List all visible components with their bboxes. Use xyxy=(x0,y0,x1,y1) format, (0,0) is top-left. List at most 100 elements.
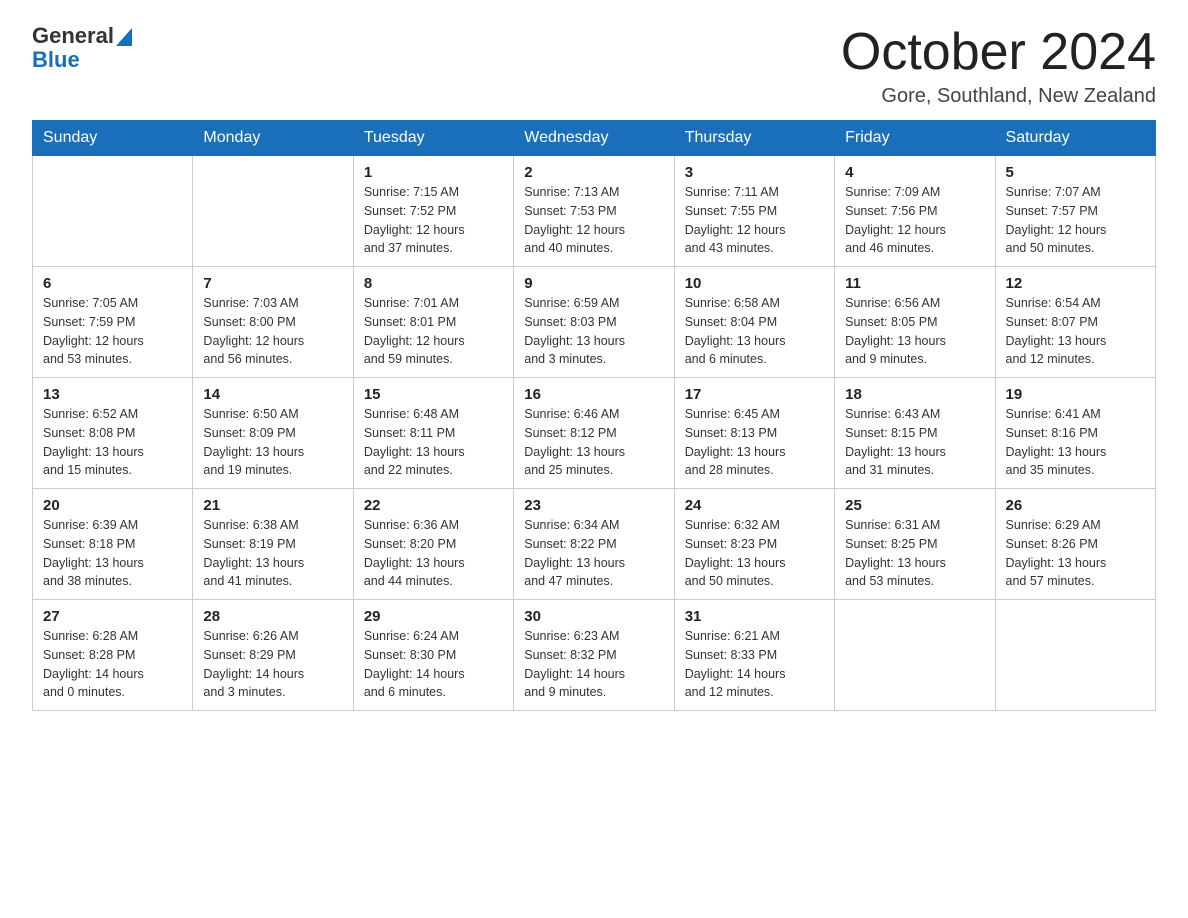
day-number: 30 xyxy=(524,608,663,625)
day-info: Sunrise: 6:21 AM Sunset: 8:33 PM Dayligh… xyxy=(685,627,824,702)
day-info: Sunrise: 7:13 AM Sunset: 7:53 PM Dayligh… xyxy=(524,183,663,258)
calendar-week-row-0: 1Sunrise: 7:15 AM Sunset: 7:52 PM Daylig… xyxy=(33,156,1156,267)
day-number: 27 xyxy=(43,608,182,625)
day-number: 12 xyxy=(1006,275,1145,292)
weekday-header-monday: Monday xyxy=(193,121,353,156)
day-info: Sunrise: 7:07 AM Sunset: 7:57 PM Dayligh… xyxy=(1006,183,1145,258)
calendar-body: 1Sunrise: 7:15 AM Sunset: 7:52 PM Daylig… xyxy=(33,156,1156,711)
calendar-cell-week2-day3: 16 Sunrise: 6:46 AM Sunset: 8:12 PM Dayli… xyxy=(514,378,674,489)
day-info: Sunrise: 6:52 AM Sunset: 8:08 PM Dayligh… xyxy=(43,405,182,480)
calendar-week-row-1: 6 Sunrise: 7:05 AM Sunset: 7:59 PM Daylig… xyxy=(33,267,1156,378)
calendar-cell-week3-day3: 23 Sunrise: 6:34 AM Sunset: 8:22 PM Dayli… xyxy=(514,489,674,600)
weekday-header-tuesday: Tuesday xyxy=(353,121,513,156)
calendar-cell-week3-day0: 20 Sunrise: 6:39 AM Sunset: 8:18 PM Dayli… xyxy=(33,489,193,600)
day-info: Sunrise: 6:39 AM Sunset: 8:18 PM Dayligh… xyxy=(43,516,182,591)
day-number: 29 xyxy=(364,608,503,625)
day-number: 20 xyxy=(43,497,182,514)
day-number: 3 xyxy=(685,164,824,181)
logo-general: General xyxy=(32,24,114,48)
day-number: 17 xyxy=(685,386,824,403)
day-info: Sunrise: 6:36 AM Sunset: 8:20 PM Dayligh… xyxy=(364,516,503,591)
logo-text: General Blue xyxy=(32,24,114,72)
day-info: Sunrise: 7:05 AM Sunset: 7:59 PM Dayligh… xyxy=(43,294,182,369)
month-title: October 2024 xyxy=(841,24,1156,81)
day-info: Sunrise: 6:31 AM Sunset: 8:25 PM Dayligh… xyxy=(845,516,984,591)
title-block: October 2024 Gore, Southland, New Zealan… xyxy=(841,24,1156,108)
day-info: Sunrise: 6:43 AM Sunset: 8:15 PM Dayligh… xyxy=(845,405,984,480)
day-info: Sunrise: 6:56 AM Sunset: 8:05 PM Dayligh… xyxy=(845,294,984,369)
weekday-header-thursday: Thursday xyxy=(674,121,834,156)
calendar-cell-week2-day4: 17Sunrise: 6:45 AM Sunset: 8:13 PM Dayli… xyxy=(674,378,834,489)
day-number: 15 xyxy=(364,386,503,403)
day-number: 21 xyxy=(203,497,342,514)
calendar-week-row-3: 20 Sunrise: 6:39 AM Sunset: 8:18 PM Dayli… xyxy=(33,489,1156,600)
day-number: 6 xyxy=(43,275,182,292)
calendar-cell-week1-day1: 7 Sunrise: 7:03 AM Sunset: 8:00 PM Daylig… xyxy=(193,267,353,378)
calendar-cell-week2-day2: 15 Sunrise: 6:48 AM Sunset: 8:11 PM Dayli… xyxy=(353,378,513,489)
calendar-header: SundayMondayTuesdayWednesdayThursdayFrid… xyxy=(33,121,1156,156)
day-number: 13 xyxy=(43,386,182,403)
calendar-cell-week3-day5: 25 Sunrise: 6:31 AM Sunset: 8:25 PM Dayli… xyxy=(835,489,995,600)
calendar-cell-week0-day6: 5Sunrise: 7:07 AM Sunset: 7:57 PM Daylig… xyxy=(995,156,1155,267)
day-info: Sunrise: 7:11 AM Sunset: 7:55 PM Dayligh… xyxy=(685,183,824,258)
weekday-header-wednesday: Wednesday xyxy=(514,121,674,156)
day-info: Sunrise: 6:23 AM Sunset: 8:32 PM Dayligh… xyxy=(524,627,663,702)
day-number: 23 xyxy=(524,497,663,514)
day-info: Sunrise: 6:32 AM Sunset: 8:23 PM Dayligh… xyxy=(685,516,824,591)
day-info: Sunrise: 6:50 AM Sunset: 8:09 PM Dayligh… xyxy=(203,405,342,480)
day-info: Sunrise: 6:58 AM Sunset: 8:04 PM Dayligh… xyxy=(685,294,824,369)
calendar-cell-week4-day5 xyxy=(835,600,995,711)
calendar-cell-week3-day6: 26Sunrise: 6:29 AM Sunset: 8:26 PM Dayli… xyxy=(995,489,1155,600)
weekday-header-friday: Friday xyxy=(835,121,995,156)
day-info: Sunrise: 6:59 AM Sunset: 8:03 PM Dayligh… xyxy=(524,294,663,369)
day-info: Sunrise: 6:41 AM Sunset: 8:16 PM Dayligh… xyxy=(1006,405,1145,480)
calendar-cell-week4-day3: 30 Sunrise: 6:23 AM Sunset: 8:32 PM Dayli… xyxy=(514,600,674,711)
calendar-cell-week3-day2: 22Sunrise: 6:36 AM Sunset: 8:20 PM Dayli… xyxy=(353,489,513,600)
calendar-cell-week0-day2: 1Sunrise: 7:15 AM Sunset: 7:52 PM Daylig… xyxy=(353,156,513,267)
day-info: Sunrise: 7:01 AM Sunset: 8:01 PM Dayligh… xyxy=(364,294,503,369)
day-info: Sunrise: 6:46 AM Sunset: 8:12 PM Dayligh… xyxy=(524,405,663,480)
day-info: Sunrise: 7:09 AM Sunset: 7:56 PM Dayligh… xyxy=(845,183,984,258)
day-number: 18 xyxy=(845,386,984,403)
calendar-cell-week0-day3: 2 Sunrise: 7:13 AM Sunset: 7:53 PM Daylig… xyxy=(514,156,674,267)
logo-triangle-icon xyxy=(116,28,132,46)
calendar-week-row-2: 13 Sunrise: 6:52 AM Sunset: 8:08 PM Dayli… xyxy=(33,378,1156,489)
day-info: Sunrise: 6:28 AM Sunset: 8:28 PM Dayligh… xyxy=(43,627,182,702)
day-number: 31 xyxy=(685,608,824,625)
calendar-cell-week0-day0 xyxy=(33,156,193,267)
day-info: Sunrise: 6:29 AM Sunset: 8:26 PM Dayligh… xyxy=(1006,516,1145,591)
calendar-cell-week4-day0: 27 Sunrise: 6:28 AM Sunset: 8:28 PM Dayli… xyxy=(33,600,193,711)
calendar-cell-week2-day0: 13 Sunrise: 6:52 AM Sunset: 8:08 PM Dayli… xyxy=(33,378,193,489)
calendar-cell-week3-day4: 24 Sunrise: 6:32 AM Sunset: 8:23 PM Dayli… xyxy=(674,489,834,600)
calendar-cell-week3-day1: 21 Sunrise: 6:38 AM Sunset: 8:19 PM Dayli… xyxy=(193,489,353,600)
calendar-cell-week1-day4: 10 Sunrise: 6:58 AM Sunset: 8:04 PM Dayli… xyxy=(674,267,834,378)
day-number: 28 xyxy=(203,608,342,625)
calendar-cell-week1-day5: 11 Sunrise: 6:56 AM Sunset: 8:05 PM Dayli… xyxy=(835,267,995,378)
day-number: 7 xyxy=(203,275,342,292)
day-number: 14 xyxy=(203,386,342,403)
day-info: Sunrise: 6:34 AM Sunset: 8:22 PM Dayligh… xyxy=(524,516,663,591)
day-number: 9 xyxy=(524,275,663,292)
day-number: 2 xyxy=(524,164,663,181)
logo: General Blue xyxy=(32,24,132,72)
weekday-header-row: SundayMondayTuesdayWednesdayThursdayFrid… xyxy=(33,121,1156,156)
day-info: Sunrise: 7:03 AM Sunset: 8:00 PM Dayligh… xyxy=(203,294,342,369)
day-info: Sunrise: 6:48 AM Sunset: 8:11 PM Dayligh… xyxy=(364,405,503,480)
day-number: 10 xyxy=(685,275,824,292)
location: Gore, Southland, New Zealand xyxy=(841,85,1156,108)
calendar-table: SundayMondayTuesdayWednesdayThursdayFrid… xyxy=(32,120,1156,711)
calendar-cell-week4-day4: 31 Sunrise: 6:21 AM Sunset: 8:33 PM Dayli… xyxy=(674,600,834,711)
calendar-cell-week2-day5: 18 Sunrise: 6:43 AM Sunset: 8:15 PM Dayli… xyxy=(835,378,995,489)
weekday-header-sunday: Sunday xyxy=(33,121,193,156)
calendar-cell-week1-day0: 6 Sunrise: 7:05 AM Sunset: 7:59 PM Daylig… xyxy=(33,267,193,378)
day-info: Sunrise: 6:24 AM Sunset: 8:30 PM Dayligh… xyxy=(364,627,503,702)
day-number: 8 xyxy=(364,275,503,292)
calendar-cell-week0-day4: 3 Sunrise: 7:11 AM Sunset: 7:55 PM Daylig… xyxy=(674,156,834,267)
calendar-cell-week0-day1 xyxy=(193,156,353,267)
calendar-cell-week4-day2: 29 Sunrise: 6:24 AM Sunset: 8:30 PM Dayli… xyxy=(353,600,513,711)
day-number: 16 xyxy=(524,386,663,403)
day-number: 24 xyxy=(685,497,824,514)
day-info: Sunrise: 6:38 AM Sunset: 8:19 PM Dayligh… xyxy=(203,516,342,591)
day-number: 25 xyxy=(845,497,984,514)
day-number: 11 xyxy=(845,275,984,292)
